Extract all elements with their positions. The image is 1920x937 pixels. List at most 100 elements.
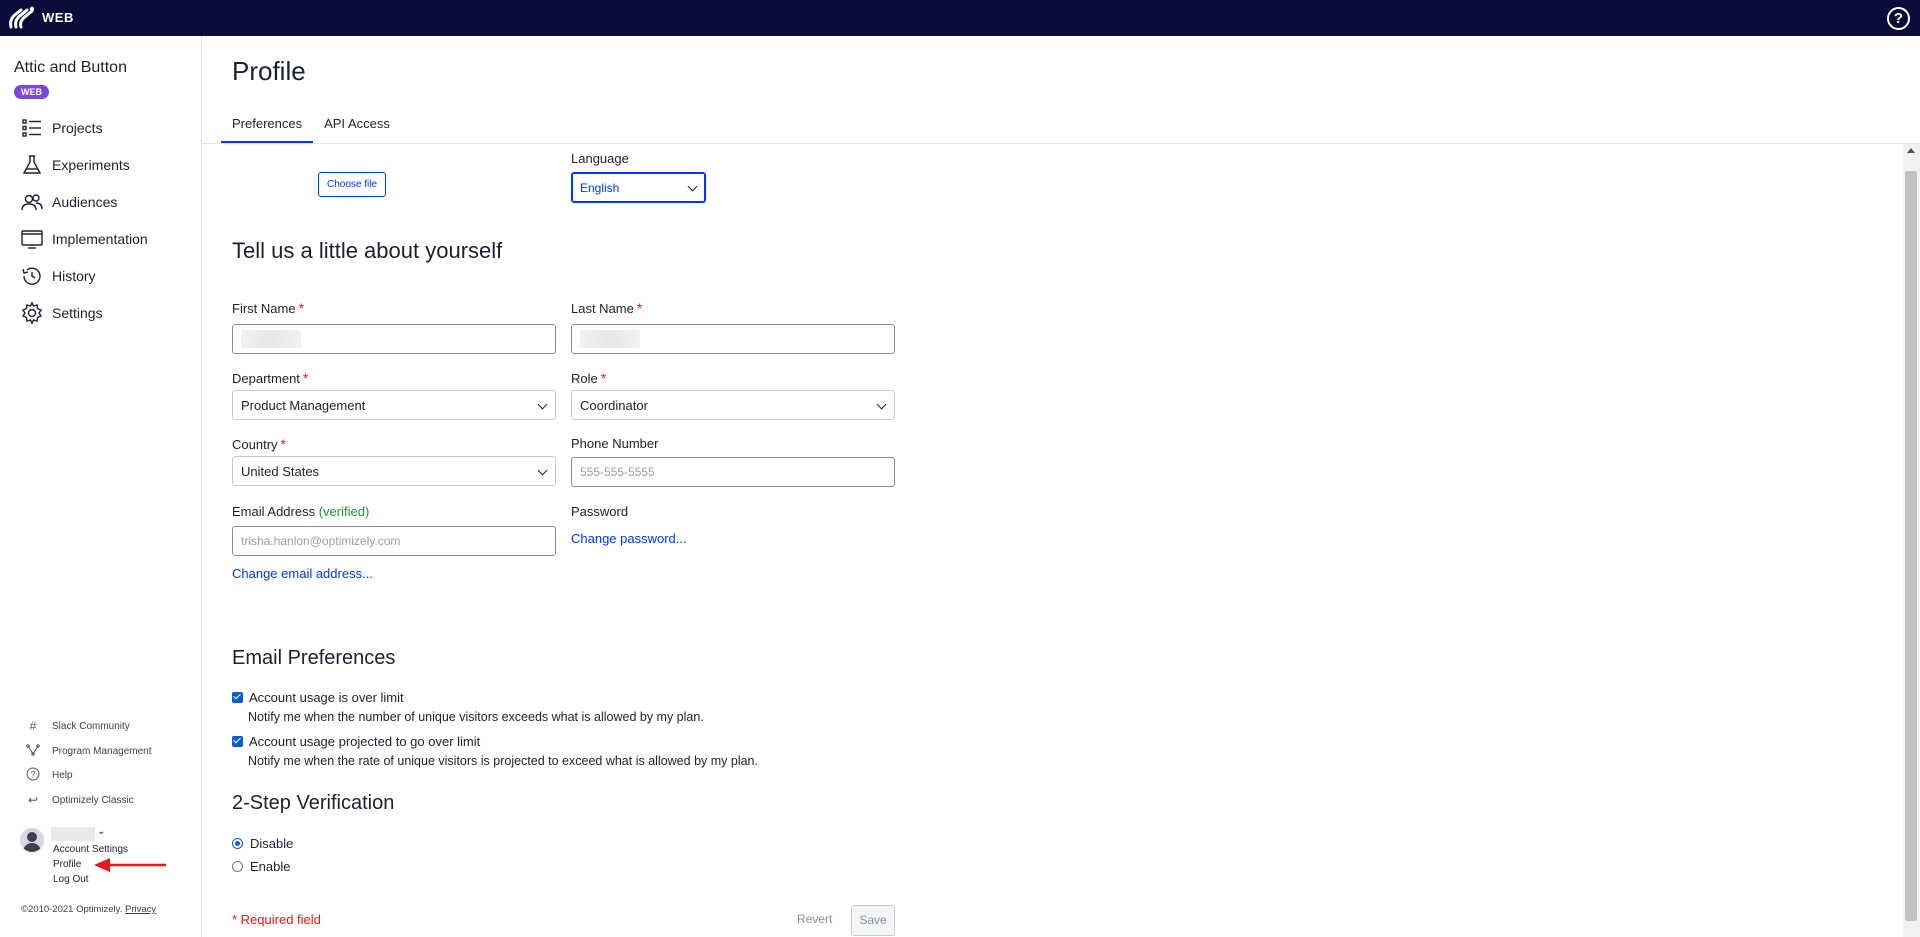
redacted-value — [580, 330, 640, 348]
chevron-down-icon[interactable]: ⌄ — [97, 826, 105, 837]
history-icon — [22, 267, 41, 285]
email-preferences-heading: Email Preferences — [232, 647, 396, 669]
department-select[interactable]: Product Management — [232, 390, 556, 420]
tab-preferences[interactable]: Preferences — [221, 110, 314, 144]
program-icon — [24, 743, 42, 759]
profile-link[interactable]: Profile — [53, 859, 81, 870]
role-label-text: Role — [571, 371, 598, 386]
phone-field[interactable]: 555-555-5555 — [571, 457, 895, 487]
optimizely-classic-link[interactable]: ↩ Optimizely Classic — [24, 790, 134, 810]
help-link[interactable]: ? Help — [24, 765, 73, 785]
role-select[interactable]: Coordinator — [571, 390, 895, 420]
email-placeholder: trisha.hanlon@optimizely.com — [241, 534, 401, 548]
first-name-label-text: First Name — [232, 301, 296, 316]
audiences-icon — [21, 194, 43, 211]
password-label: Password — [571, 504, 629, 519]
over-limit-checkbox[interactable] — [232, 692, 243, 703]
department-label: Department * — [232, 370, 308, 386]
logout-link[interactable]: Log Out — [53, 874, 89, 885]
account-settings-link[interactable]: Account Settings — [53, 844, 128, 855]
last-name-field[interactable] — [571, 324, 895, 354]
chevron-down-icon — [537, 399, 548, 410]
privacy-link[interactable]: Privacy — [125, 904, 156, 915]
footer-link-label: Help — [52, 769, 73, 781]
required-marker: * — [302, 370, 309, 386]
role-label: Role * — [571, 370, 606, 386]
country-label-text: Country — [232, 437, 278, 452]
sidebar-item-label: Audiences — [52, 194, 118, 210]
annotation-arrow-icon — [94, 858, 166, 872]
first-name-field[interactable] — [232, 324, 556, 354]
help-icon[interactable]: ? — [1887, 7, 1910, 30]
svg-text:?: ? — [30, 769, 35, 779]
account-badge: WEB — [14, 85, 49, 99]
scroll-up-arrow-icon[interactable] — [1907, 148, 1915, 153]
department-value: Product Management — [241, 398, 366, 413]
disable-radio[interactable] — [232, 838, 243, 849]
flask-icon — [22, 155, 42, 174]
choose-file-button[interactable]: Choose file — [318, 172, 386, 197]
required-marker: * — [298, 300, 305, 316]
return-icon: ↩ — [27, 793, 39, 807]
chevron-down-icon — [876, 399, 887, 410]
tab-bar: Preferences API Access — [221, 110, 401, 144]
last-name-label: Last Name * — [571, 300, 642, 316]
role-value: Coordinator — [580, 398, 648, 413]
language-value: English — [580, 181, 620, 195]
sidebar-item-label: Implementation — [52, 231, 148, 247]
required-marker: * — [280, 436, 286, 452]
footer-link-label: Program Management — [52, 745, 152, 757]
change-email-link[interactable]: Change email address... — [232, 566, 373, 581]
revert-button[interactable]: Revert — [797, 912, 832, 926]
sidebar-item-settings[interactable]: Settings — [20, 299, 103, 327]
optimizely-logo-icon[interactable] — [8, 5, 36, 31]
over-limit-checkbox-row[interactable]: Account usage is over limit — [232, 690, 404, 705]
two-step-disable-option[interactable]: Disable — [232, 836, 293, 851]
redacted-value — [241, 330, 301, 348]
required-marker: * — [636, 300, 643, 316]
checkbox-description: Notify me when the number of unique visi… — [248, 710, 704, 724]
sidebar-item-audiences[interactable]: Audiences — [20, 188, 117, 216]
country-label: Country * — [232, 436, 286, 452]
sidebar: Attic and Button WEB Projects Experiment… — [0, 36, 202, 937]
enable-radio[interactable] — [232, 861, 243, 872]
page-title: Profile — [232, 56, 306, 86]
country-select[interactable]: United States — [232, 456, 556, 486]
footer-link-label: Slack Community — [52, 720, 130, 732]
copyright: ©2010-2021 Optimizely. Privacy — [21, 904, 156, 915]
sidebar-item-projects[interactable]: Projects — [20, 114, 103, 142]
email-label-text: Email Address — [232, 504, 316, 519]
required-marker: * — [600, 370, 607, 386]
email-field[interactable]: trisha.hanlon@optimizely.com — [232, 526, 556, 556]
sidebar-item-experiments[interactable]: Experiments — [20, 151, 130, 179]
help-icon: ? — [24, 767, 42, 784]
hash-icon: # — [29, 719, 37, 733]
projected-limit-checkbox-row[interactable]: Account usage projected to go over limit — [232, 734, 480, 749]
sidebar-item-implementation[interactable]: Implementation — [20, 225, 148, 253]
phone-placeholder: 555-555-5555 — [580, 465, 655, 479]
checkbox-label: Account usage is over limit — [249, 690, 404, 705]
account-name[interactable]: Attic and Button — [14, 59, 127, 77]
about-heading: Tell us a little about yourself — [232, 238, 503, 263]
phone-label: Phone Number — [571, 436, 659, 451]
change-password-link[interactable]: Change password... — [571, 531, 687, 546]
program-management-link[interactable]: Program Management — [24, 741, 152, 761]
save-button[interactable]: Save — [851, 905, 895, 936]
slack-community-link[interactable]: # Slack Community — [24, 716, 130, 736]
copyright-text: ©2010-2021 Optimizely. — [21, 904, 123, 915]
language-select[interactable]: English — [571, 172, 706, 203]
first-name-label: First Name * — [232, 300, 304, 316]
avatar[interactable] — [20, 828, 44, 852]
tab-api-access[interactable]: API Access — [313, 110, 401, 144]
projected-limit-checkbox[interactable] — [232, 736, 243, 747]
scrollbar-thumb[interactable] — [1905, 171, 1917, 921]
footer-link-label: Optimizely Classic — [52, 794, 134, 806]
sidebar-item-label: Projects — [52, 120, 103, 136]
product-name: WEB — [42, 10, 74, 25]
radio-label: Disable — [250, 836, 294, 851]
two-step-enable-option[interactable]: Enable — [232, 859, 290, 874]
sidebar-item-history[interactable]: History — [20, 262, 96, 290]
tab-divider — [202, 143, 1920, 144]
scrollbar[interactable] — [1903, 144, 1920, 937]
required-field-note: * Required field — [232, 912, 321, 927]
